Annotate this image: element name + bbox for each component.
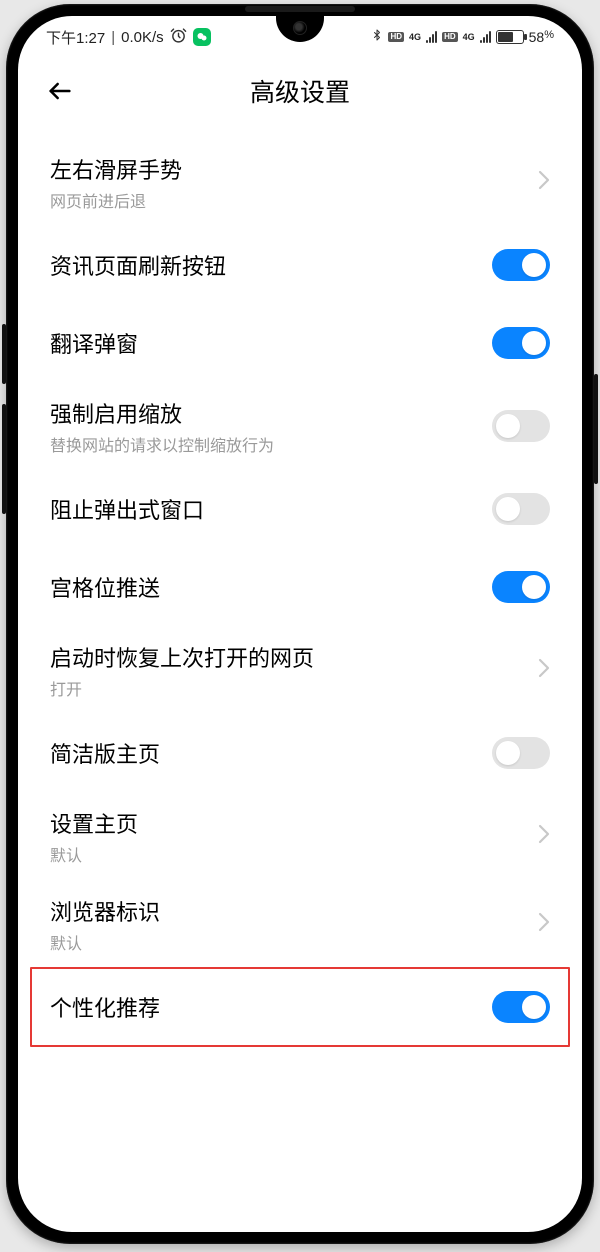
row-block-popups[interactable]: 阻止弹出式窗口 <box>18 470 582 548</box>
chevron-right-icon <box>538 170 550 195</box>
row-label: 设置主页 <box>50 807 138 839</box>
toggle-force-zoom[interactable] <box>492 410 550 442</box>
status-time: 下午1:27 <box>46 27 105 48</box>
volume-up-button <box>2 324 6 384</box>
front-camera <box>293 21 307 35</box>
arrow-left-icon <box>46 77 74 105</box>
row-label: 个性化推荐 <box>50 991 160 1023</box>
sim1-net-label: 4G <box>409 33 421 42</box>
toggle-block-popups[interactable] <box>492 493 550 525</box>
row-swipe-gesture[interactable]: 左右滑屏手势 网页前进后退 <box>18 138 582 226</box>
settings-list: 左右滑屏手势 网页前进后退 资讯页面刷新按钮 翻译弹窗 强制启用缩放 替换网站的… <box>18 124 582 1046</box>
row-label: 宫格位推送 <box>50 571 160 603</box>
row-restore-tabs[interactable]: 启动时恢复上次打开的网页 打开 <box>18 626 582 714</box>
signal-bars-sim2 <box>480 31 491 43</box>
chevron-right-icon <box>538 912 550 937</box>
battery-icon <box>496 30 524 44</box>
row-grid-push[interactable]: 宫格位推送 <box>18 548 582 626</box>
back-button[interactable] <box>40 71 80 111</box>
power-button <box>594 374 598 484</box>
earpiece-speaker <box>245 6 355 12</box>
sim2-net-label: 4G <box>463 33 475 42</box>
row-translate-popup[interactable]: 翻译弹窗 <box>18 304 582 382</box>
bluetooth-icon <box>371 27 383 48</box>
hd-badge-sim1: HD <box>388 32 404 42</box>
toggle-personalized-recommendation[interactable] <box>492 991 550 1023</box>
wechat-notification-icon <box>193 28 211 46</box>
alarm-icon <box>170 27 187 48</box>
status-net-speed: 0.0K/s <box>121 29 164 46</box>
row-label: 强制启用缩放 <box>50 397 274 429</box>
row-label: 启动时恢复上次打开的网页 <box>50 641 314 673</box>
chevron-right-icon <box>538 824 550 849</box>
row-label: 资讯页面刷新按钮 <box>50 249 226 281</box>
row-personalized-recommendation[interactable]: 个性化推荐 <box>18 968 582 1046</box>
phone-frame: 下午1:27 | 0.0K/s HD 4G HD 4G <box>6 4 594 1244</box>
row-news-refresh-button[interactable]: 资讯页面刷新按钮 <box>18 226 582 304</box>
toggle-grid-push[interactable] <box>492 571 550 603</box>
status-separator: | <box>111 29 115 46</box>
toggle-news-refresh[interactable] <box>492 249 550 281</box>
row-subtitle: 网页前进后退 <box>50 188 182 212</box>
row-force-zoom[interactable]: 强制启用缩放 替换网站的请求以控制缩放行为 <box>18 382 582 470</box>
row-simple-homepage[interactable]: 简洁版主页 <box>18 714 582 792</box>
hd-badge-sim2: HD <box>442 32 458 42</box>
row-label: 阻止弹出式窗口 <box>50 493 204 525</box>
row-label: 翻译弹窗 <box>50 327 138 359</box>
row-subtitle: 默认 <box>50 930 160 954</box>
app-header: 高级设置 <box>18 58 582 124</box>
toggle-translate-popup[interactable] <box>492 327 550 359</box>
row-subtitle: 替换网站的请求以控制缩放行为 <box>50 432 274 456</box>
row-browser-ua[interactable]: 浏览器标识 默认 <box>18 880 582 968</box>
row-set-homepage[interactable]: 设置主页 默认 <box>18 792 582 880</box>
chevron-right-icon <box>538 658 550 683</box>
battery-percentage: 58% <box>529 29 554 45</box>
row-subtitle: 打开 <box>50 676 314 700</box>
volume-down-button <box>2 404 6 514</box>
signal-bars-sim1 <box>426 31 437 43</box>
toggle-simple-homepage[interactable] <box>492 737 550 769</box>
row-subtitle: 默认 <box>50 842 138 866</box>
page-title: 高级设置 <box>18 73 582 109</box>
row-label: 浏览器标识 <box>50 895 160 927</box>
screen: 下午1:27 | 0.0K/s HD 4G HD 4G <box>18 16 582 1232</box>
row-label: 左右滑屏手势 <box>50 153 182 185</box>
row-label: 简洁版主页 <box>50 737 160 769</box>
